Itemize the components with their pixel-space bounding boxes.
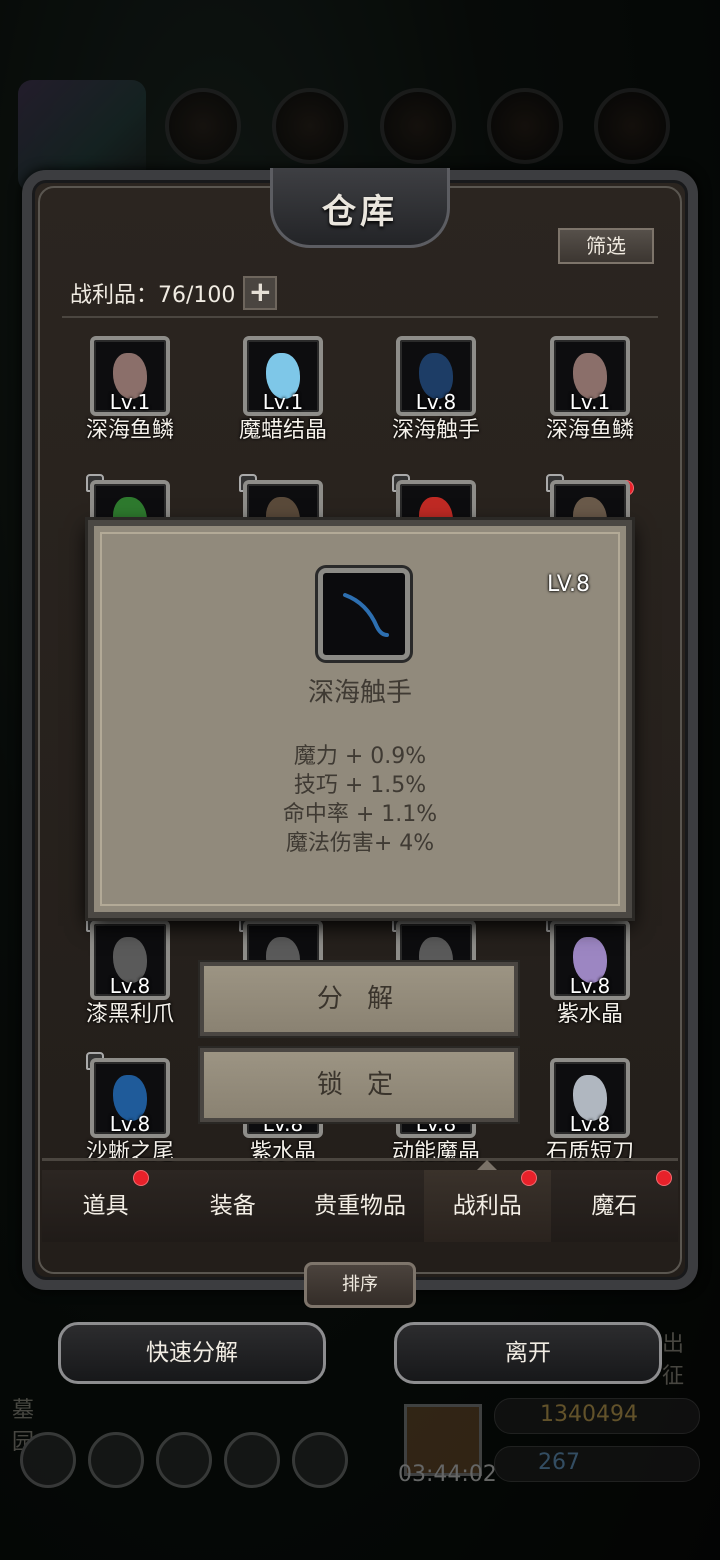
item-level: Lv.1 xyxy=(569,390,611,414)
item-level: Lv.8 xyxy=(415,390,457,414)
tab-label: 道具 xyxy=(82,1193,129,1219)
item-level: Lv.1 xyxy=(109,390,151,414)
stat-line: 魔力 + 0.9% xyxy=(293,744,427,769)
inventory-item[interactable]: Lv.1 深海鱼鳞 xyxy=(60,336,200,446)
notification-dot xyxy=(133,1170,150,1186)
stat-line: 魔法伤害+ 4% xyxy=(285,831,435,856)
item-level: Lv.8 xyxy=(109,974,151,998)
gem-amount: 267 xyxy=(538,1450,580,1475)
stat-line: 技巧 + 1.5% xyxy=(293,773,427,798)
tab-equipment[interactable]: 装备 xyxy=(169,1170,297,1242)
tab-label: 贵重物品 xyxy=(314,1193,406,1219)
mail-icon xyxy=(224,1432,280,1488)
gem-display xyxy=(494,1446,700,1482)
tentacle-graphic xyxy=(343,593,389,637)
item-name: 深海触手 xyxy=(391,418,480,443)
item-name: 深海鱼鳞 xyxy=(545,418,634,443)
item-name: 漆黑利爪 xyxy=(85,1002,174,1027)
item-detail-popup: LV.8 深海触手 魔力 + 0.9% 技巧 + 1.5% 命中率 + 1.1%… xyxy=(88,520,632,918)
item-level: Lv.8 xyxy=(569,974,611,998)
item-slot: Lv.8 xyxy=(90,1058,170,1138)
divider xyxy=(62,316,658,318)
inventory-item[interactable]: Lv.8 漆黑利爪 xyxy=(60,914,200,1030)
stat-line: 命中率 + 1.1% xyxy=(282,802,438,827)
category-tabs: 道具 装备 贵重物品 战利品 魔石 xyxy=(42,1160,679,1242)
tab-loot[interactable]: 战利品 xyxy=(423,1160,551,1242)
item-slot: Lv.8 xyxy=(396,336,476,416)
gift-timer: 03:44:02 xyxy=(398,1462,497,1487)
quick-decompose-button[interactable]: 快速分解 xyxy=(58,1322,326,1384)
leave-button[interactable]: 离开 xyxy=(394,1322,662,1384)
lock-button[interactable]: 锁 定 xyxy=(200,1048,518,1122)
book-icon xyxy=(292,1432,348,1488)
item-name: 紫水晶 xyxy=(556,1002,623,1027)
item-name: 魔蜡结晶 xyxy=(238,418,327,443)
popup-level: LV.8 xyxy=(546,572,590,597)
tab-valuables[interactable]: 贵重物品 xyxy=(296,1170,424,1242)
menu-icon xyxy=(88,1432,144,1488)
expand-capacity-button[interactable]: + xyxy=(243,276,278,310)
inventory-item[interactable]: Lv.8 紫水晶 xyxy=(520,914,660,1030)
item-slot: Lv.8 xyxy=(550,920,630,1000)
inventory-item[interactable]: Lv.8 沙蜥之尾 xyxy=(60,1052,200,1168)
notification-dot xyxy=(520,1170,537,1186)
item-level: Lv.1 xyxy=(262,390,304,414)
capacity-row: 战利品：76/100 + xyxy=(70,276,278,310)
filter-button[interactable]: 筛选 xyxy=(558,228,654,264)
tabs-divider xyxy=(42,1158,678,1161)
item-slot: Lv.8 xyxy=(90,920,170,1000)
item-slot: Lv.1 xyxy=(243,336,323,416)
panel-title: 仓库 xyxy=(322,192,398,232)
notification-dot xyxy=(656,1170,673,1186)
popup-stats: 魔力 + 0.9% 技巧 + 1.5% 命中率 + 1.1% 魔法伤害+ 4% xyxy=(94,742,626,858)
map-icon xyxy=(156,1432,212,1488)
expedition-label: 出征 xyxy=(662,1332,685,1389)
capacity-label: 战利品：76/100 xyxy=(70,283,236,308)
gold-amount: 1340494 xyxy=(540,1402,638,1427)
settings-icon xyxy=(20,1432,76,1488)
tentacle-icon xyxy=(318,568,410,660)
item-slot: Lv.8 xyxy=(550,1058,630,1138)
item-slot: Lv.1 xyxy=(550,336,630,416)
popup-item-name: 深海触手 xyxy=(307,678,412,708)
item-name: 深海鱼鳞 xyxy=(85,418,174,443)
tab-items[interactable]: 道具 xyxy=(42,1170,170,1242)
tab-label: 魔石 xyxy=(591,1193,638,1219)
decompose-button[interactable]: 分 解 xyxy=(200,962,518,1036)
tab-label: 战利品 xyxy=(452,1193,522,1219)
sort-button[interactable]: 排序 xyxy=(304,1262,416,1308)
tab-label: 装备 xyxy=(209,1193,256,1219)
inventory-item[interactable]: Lv.1 魔蜡结晶 xyxy=(213,336,353,446)
inventory-item[interactable]: Lv.8 深海触手 xyxy=(366,336,506,446)
tab-magic-stones[interactable]: 魔石 xyxy=(550,1170,679,1242)
item-slot: Lv.1 xyxy=(90,336,170,416)
inventory-item[interactable]: Lv.8 石质短刀 xyxy=(520,1058,660,1168)
item-level: Lv.8 xyxy=(569,1112,611,1136)
inventory-item[interactable]: Lv.1 深海鱼鳞 xyxy=(520,336,660,446)
item-level: Lv.8 xyxy=(109,1112,151,1136)
